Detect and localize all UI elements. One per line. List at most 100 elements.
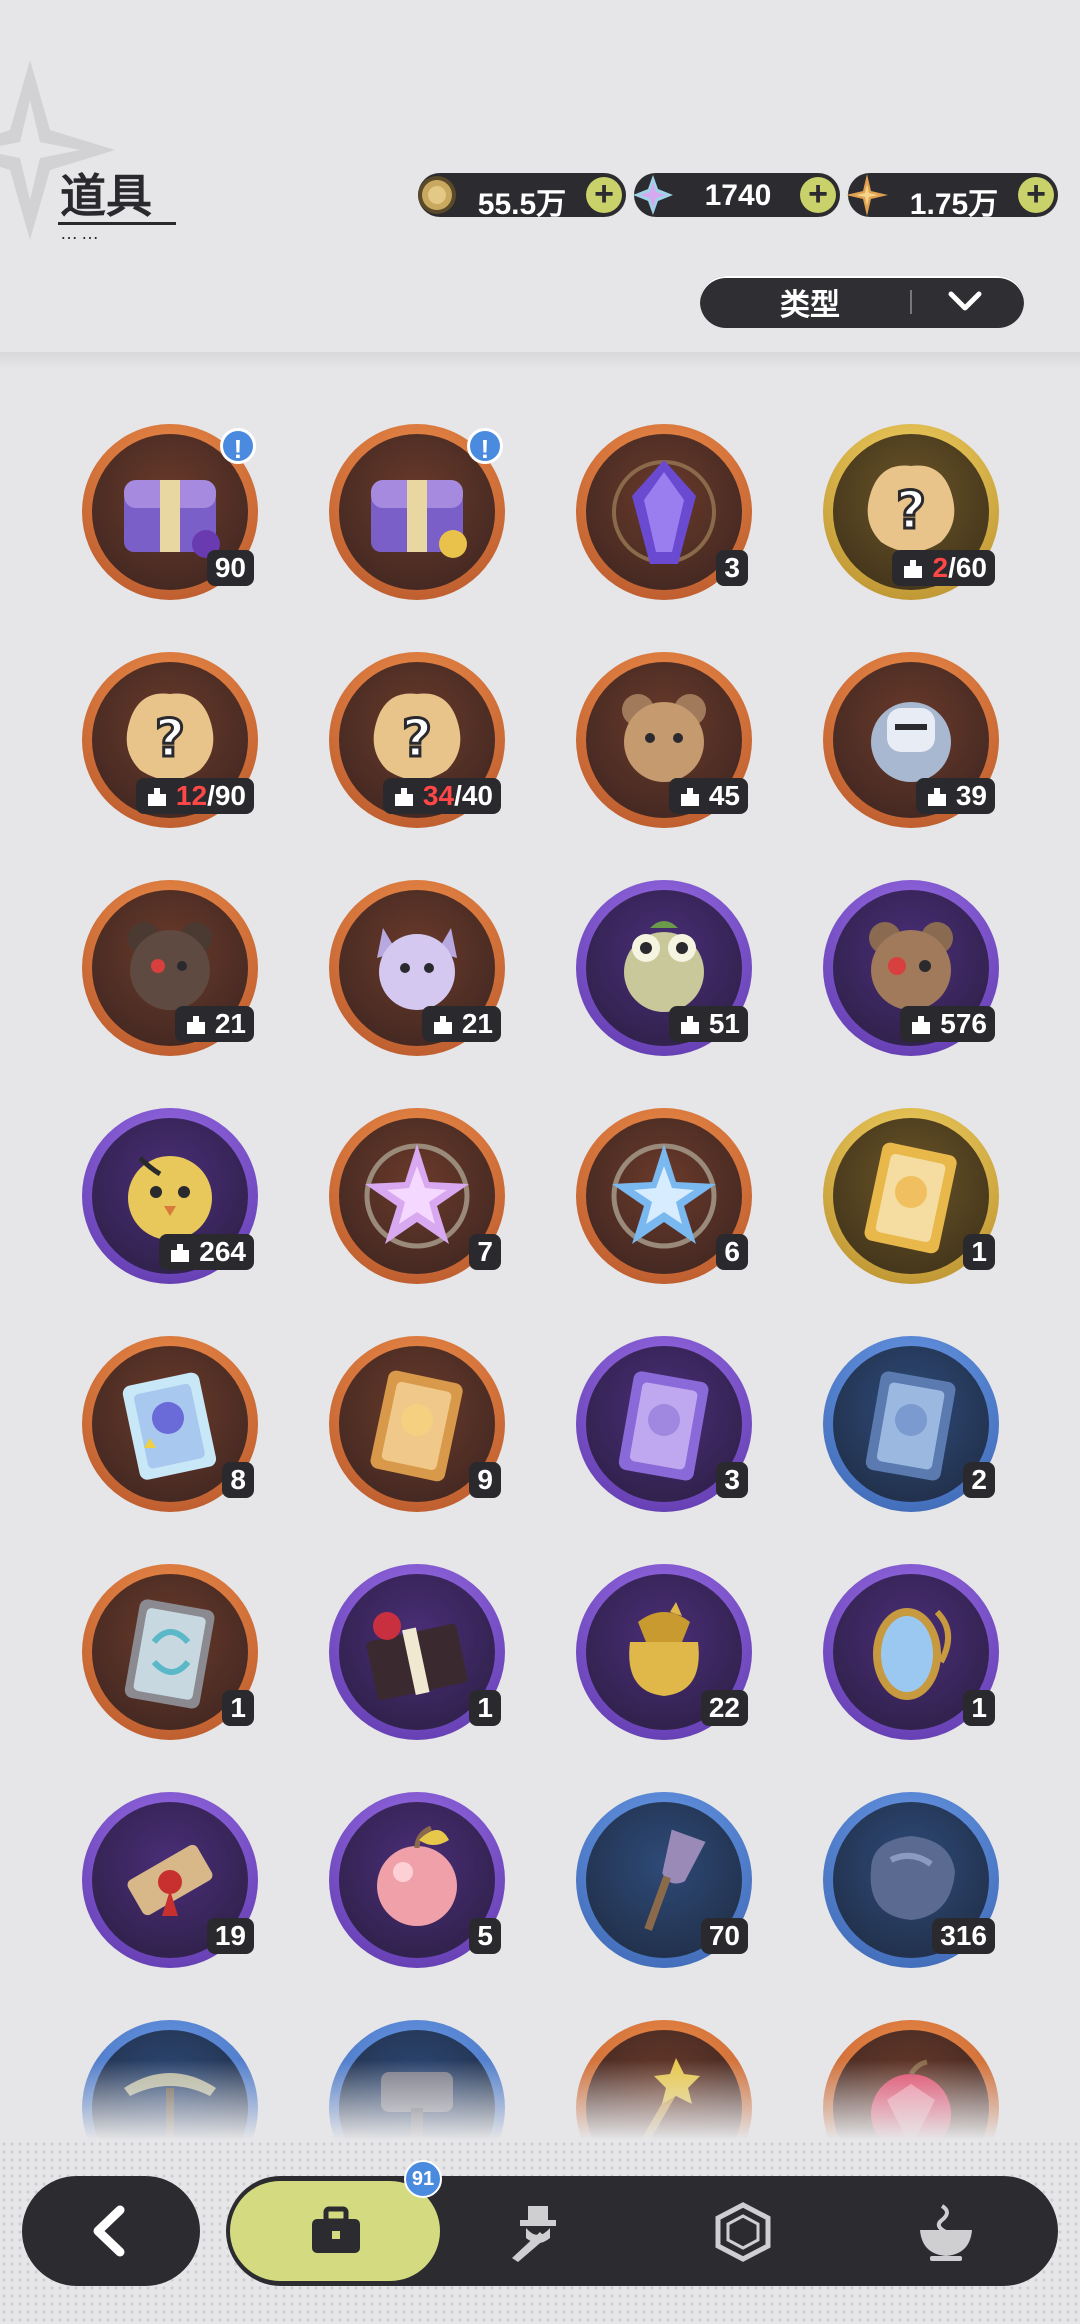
item-stone-ore[interactable]: 316 (823, 1792, 999, 1968)
item-grid: 90!! 3? 2/60? 12/90? 34/40 45 39 21 21 51 576 264 7 6… (0, 0, 1080, 2140)
item-count: 22 (700, 1690, 748, 1726)
fragment-count-value: 51 (708, 1008, 740, 1039)
item-chick-fragment[interactable]: 264 (82, 1108, 258, 1284)
back-button[interactable] (22, 2176, 200, 2286)
hexagon-gem-icon (715, 2202, 771, 2262)
tab-food[interactable] (848, 2176, 1048, 2286)
item-gift-box[interactable]: 1 (329, 1564, 505, 1740)
item-count: 1 (963, 1690, 995, 1726)
item-unknown-fragment-gold[interactable]: ? 2/60 (823, 424, 999, 600)
fragment-owned: 34 (422, 780, 455, 811)
item-rainbow-character-card[interactable]: 8 (82, 1336, 258, 1512)
card-swap-icon (124, 1599, 215, 1709)
grid-fade (0, 2060, 1080, 2140)
item-gold-treasure-chest[interactable]: ! (329, 424, 505, 600)
item-blue-character-card[interactable]: 2 (823, 1336, 999, 1512)
fragment-count: 576 (900, 1006, 995, 1042)
fragment-icon (171, 1244, 190, 1262)
fragment-count: 39 (915, 778, 995, 814)
fragment-icon (433, 1016, 452, 1034)
fragment-icon (186, 1016, 205, 1034)
fragment-icon (680, 1016, 699, 1034)
mirror-icon (873, 1608, 951, 1700)
item-orange-character-card[interactable]: 9 (329, 1336, 505, 1512)
item-swap-card[interactable]: 1 (82, 1564, 258, 1740)
gift-icon (366, 1612, 468, 1701)
fragment-count-value: 21 (461, 1008, 493, 1039)
item-cat-fragment[interactable]: 21 (329, 880, 505, 1056)
item-pink-apple[interactable]: 5 (329, 1792, 505, 1968)
item-count: 316 (932, 1918, 995, 1954)
fragment-count: 21 (174, 1006, 254, 1042)
item-bear-fragment[interactable]: 45 (576, 652, 752, 828)
fragment-count: 264 (159, 1234, 254, 1270)
item-knight-fragment[interactable]: 39 (823, 652, 999, 828)
item-count: 3 (716, 1462, 748, 1498)
item-count: 6 (716, 1234, 748, 1270)
fragment-count-value: 21 (214, 1008, 246, 1039)
card-rainbow-icon (122, 1372, 217, 1480)
item-count: 1 (963, 1234, 995, 1270)
fragment-icon (912, 1016, 931, 1034)
star-pink-icon (364, 1143, 470, 1249)
bowl-icon (920, 2204, 972, 2261)
fragment-count-value: 264 (199, 1236, 246, 1267)
fragment-progress: 34/40 (382, 778, 501, 814)
item-purple-character-card[interactable]: 3 (576, 1336, 752, 1512)
item-pink-star-crystal[interactable]: 7 (329, 1108, 505, 1284)
item-purple-treasure-chest[interactable]: 90! (82, 424, 258, 600)
item-magic-mirror[interactable]: 1 (823, 1564, 999, 1740)
fragment-count: 45 (668, 778, 748, 814)
new-alert-badge: ! (220, 428, 256, 464)
fragment-count: 21 (421, 1006, 501, 1042)
sword-hat-icon (512, 2206, 556, 2262)
tab-gems[interactable] (644, 2176, 844, 2286)
item-frog-fragment[interactable]: 51 (576, 880, 752, 1056)
item-blue-star-crystal[interactable]: 6 (576, 1108, 752, 1284)
tab-equipment[interactable] (440, 2176, 640, 2286)
card-purple-icon (618, 1371, 709, 1481)
item-dark-bear-fragment[interactable]: 21 (82, 880, 258, 1056)
fragment-icon (394, 788, 413, 806)
new-alert-badge: ! (467, 428, 503, 464)
fragment-icon (680, 788, 699, 806)
item-count: 19 (206, 1918, 254, 1954)
item-unknown-fragment-orange-a[interactable]: ? 12/90 (82, 652, 258, 828)
item-red-eye-bear-fragment[interactable]: 576 (823, 880, 999, 1056)
card-orange-icon (370, 1370, 463, 1482)
fragment-owned: 12 (175, 780, 208, 811)
fragment-required: /90 (207, 780, 246, 811)
fragment-progress: 2/60 (892, 550, 995, 586)
bag-badge: 91 (404, 2160, 442, 2198)
fragment-count-value: 576 (940, 1008, 987, 1039)
svg-text:?: ? (402, 709, 432, 769)
item-golden-pouch[interactable]: 22 (576, 1564, 752, 1740)
item-shovel[interactable]: 70 (576, 1792, 752, 1968)
apple-icon (377, 1825, 457, 1926)
item-purple-crystal-chip[interactable]: 3 (576, 424, 752, 600)
fragment-required: /40 (454, 780, 493, 811)
tab-bag[interactable] (230, 2181, 440, 2281)
item-scroll[interactable]: 19 (82, 1792, 258, 1968)
svg-text:?: ? (896, 481, 926, 541)
fragment-progress: 12/90 (135, 778, 254, 814)
card-gold-icon (864, 1142, 957, 1254)
item-count: 8 (222, 1462, 254, 1498)
svg-text:?: ? (155, 709, 185, 769)
briefcase-icon (312, 2206, 360, 2253)
fragment-owned: 2 (932, 552, 949, 583)
item-count: 1 (222, 1690, 254, 1726)
item-count: 1 (469, 1690, 501, 1726)
item-count: 90 (206, 550, 254, 586)
item-unknown-fragment-orange-b[interactable]: ? 34/40 (329, 652, 505, 828)
item-count: 2 (963, 1462, 995, 1498)
star-blue-icon (611, 1143, 717, 1249)
back-arrow-icon (93, 2205, 125, 2257)
item-gold-character-card[interactable]: 1 (823, 1108, 999, 1284)
item-count: 70 (700, 1918, 748, 1954)
item-count: 9 (469, 1462, 501, 1498)
fragment-required: /60 (948, 552, 987, 583)
item-count: 5 (469, 1918, 501, 1954)
chest-gold-icon (371, 480, 467, 558)
card-blue-icon (865, 1371, 956, 1481)
